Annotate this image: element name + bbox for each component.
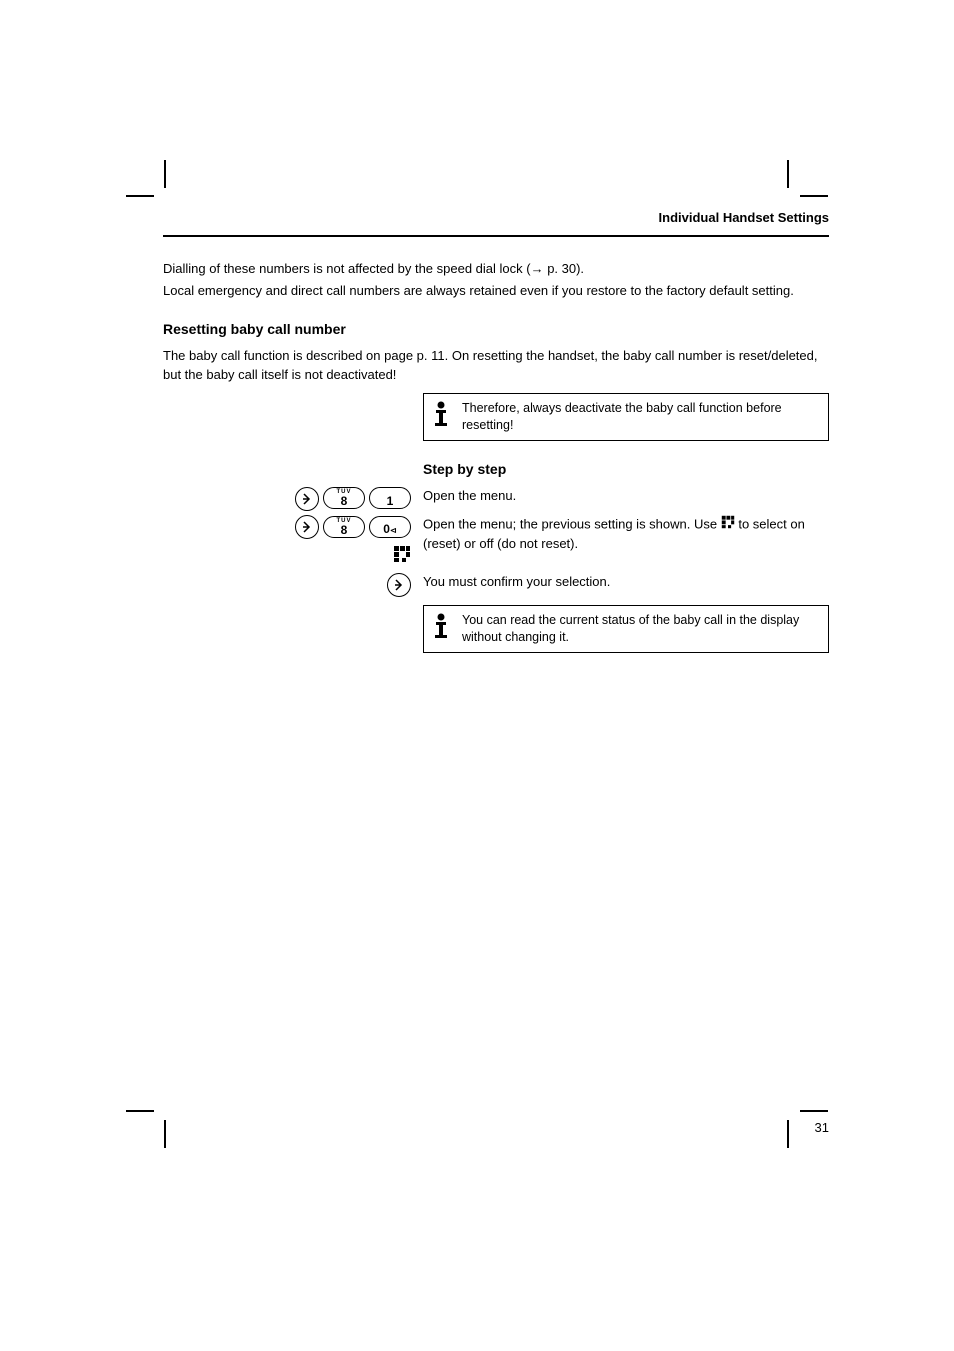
step-row-2: TUV 8 0⊲ <box>163 515 829 569</box>
key-8-main: 8 <box>341 495 348 507</box>
toggle-icon-inline <box>721 515 735 535</box>
key-0-button[interactable]: 0⊲ <box>369 516 411 538</box>
toggle-icon[interactable] <box>393 545 411 569</box>
arrow-right-button[interactable] <box>295 515 319 539</box>
arrow-right-button[interactable] <box>295 487 319 511</box>
key-8-button[interactable]: TUV 8 <box>323 487 365 509</box>
crop-mark <box>787 1120 789 1148</box>
step-row-2-text: Open the menu; the previous setting is s… <box>423 515 829 554</box>
step-row-1: TUV 8 1 Open the menu. <box>163 487 829 511</box>
intro-paragraph-2: Local emergency and direct call numbers … <box>163 282 829 301</box>
step-row-3-keys <box>163 573 423 597</box>
info-box-display-status: You can read the current status of the b… <box>423 605 829 653</box>
info-text-2: You can read the current status of the b… <box>462 612 818 646</box>
key-8-main-b: 8 <box>341 524 348 536</box>
step-row-3: You must confirm your selection. <box>163 573 829 597</box>
crop-mark <box>126 1110 154 1112</box>
section-title-reset-baby-call: Resetting baby call number <box>163 319 829 339</box>
crop-mark <box>164 1120 166 1148</box>
crop-mark <box>164 160 166 188</box>
header-title: Individual Handset Settings <box>163 210 829 229</box>
page-header: Individual Handset Settings <box>163 210 829 237</box>
section-title-step-by-step: Step by step <box>423 459 829 479</box>
key-1-button[interactable]: 1 <box>369 487 411 509</box>
step-row-3-text: You must confirm your selection. <box>423 573 829 592</box>
crop-mark <box>800 195 828 197</box>
intro-paragraph-1: Dialling of these numbers is not affecte… <box>163 260 829 279</box>
key-8-button[interactable]: TUV 8 <box>323 516 365 538</box>
key-0-main: 0⊲ <box>383 523 396 537</box>
arrow-right-button[interactable] <box>387 573 411 597</box>
step-row-2-keys: TUV 8 0⊲ <box>163 515 423 569</box>
info-box-deactivate: Therefore, always deactivate the baby ca… <box>423 393 829 441</box>
page-number: 31 <box>815 1120 829 1135</box>
section-paragraph-1: The baby call function is described on p… <box>163 347 829 385</box>
crop-mark <box>787 160 789 188</box>
page-body: Dialling of these numbers is not affecte… <box>163 260 829 663</box>
info-icon <box>430 612 452 646</box>
info-icon <box>430 400 452 434</box>
page-root: Individual Handset Settings Dialling of … <box>0 0 954 1351</box>
step-row-1-text: Open the menu. <box>423 487 829 506</box>
crop-mark <box>800 1110 828 1112</box>
crop-mark <box>126 195 154 197</box>
key-1-main: 1 <box>387 495 394 507</box>
step-row-1-keys: TUV 8 1 <box>163 487 423 511</box>
header-rule <box>163 235 829 237</box>
info-text: Therefore, always deactivate the baby ca… <box>462 400 818 434</box>
